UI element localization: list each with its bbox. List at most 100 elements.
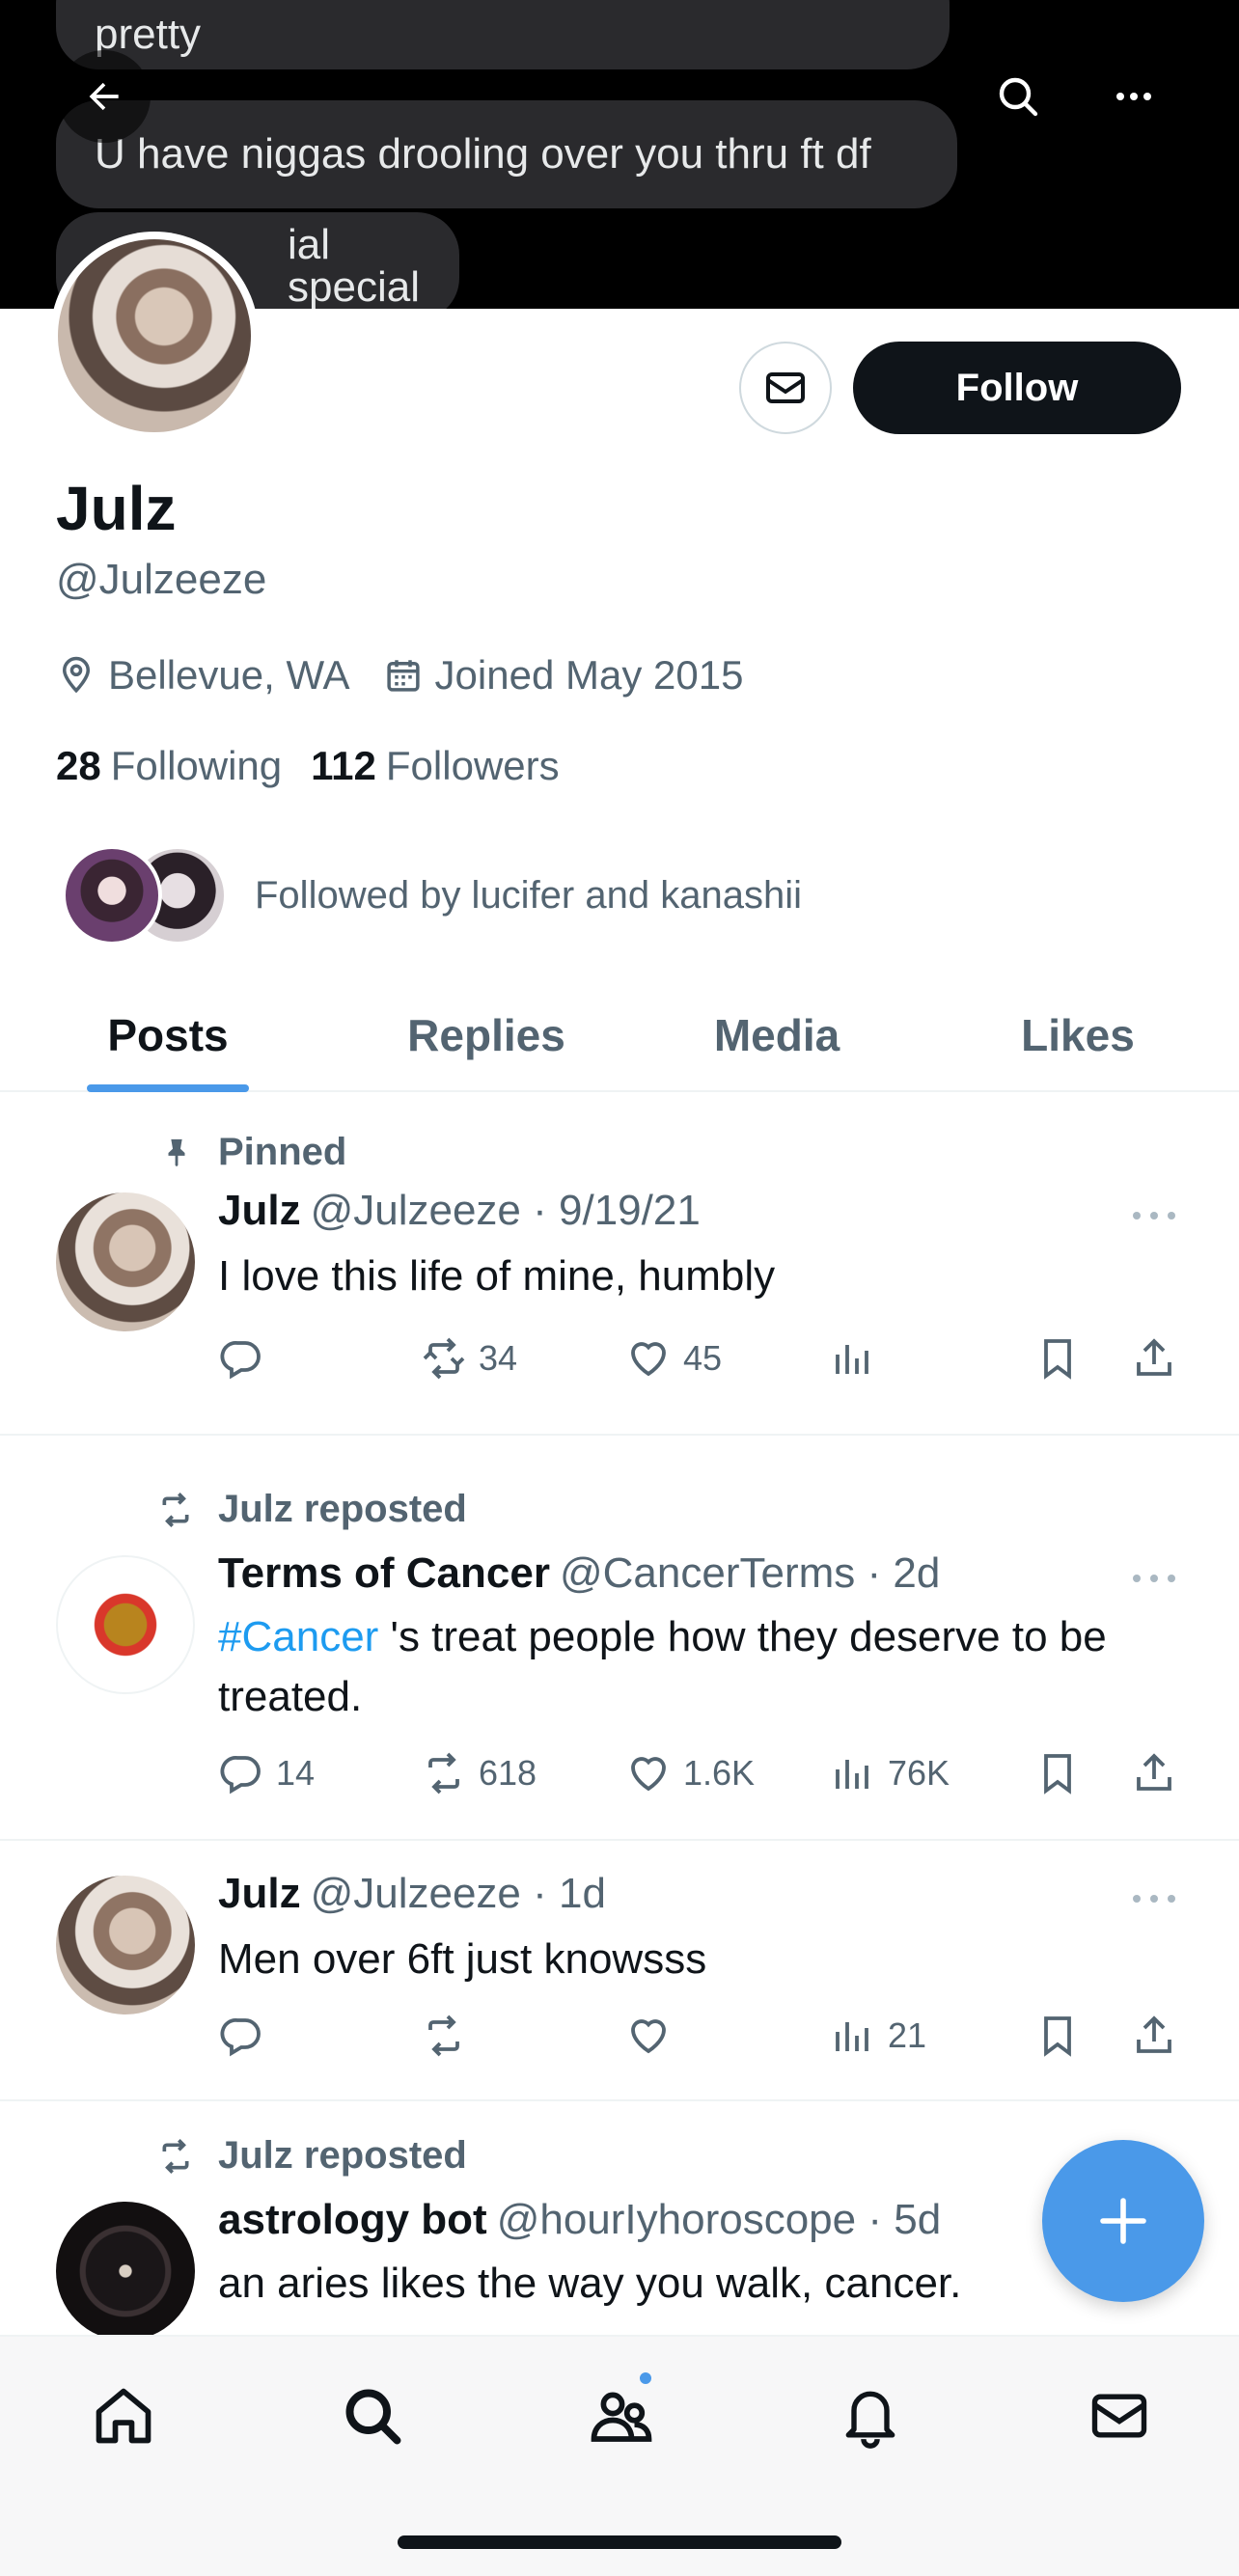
calendar-icon	[386, 660, 420, 692]
views-button[interactable]: 76K	[830, 1746, 950, 1800]
post-text: I love this life of mine, humbly	[218, 1252, 776, 1300]
reply-button[interactable]: 14	[218, 1746, 315, 1800]
nav-notifications[interactable]	[830, 2375, 911, 2456]
reply-button[interactable]	[218, 1331, 276, 1385]
profile-handle: @Julzeeze	[56, 556, 267, 603]
back-button[interactable]	[58, 50, 151, 143]
tab-posts[interactable]: Posts	[0, 980, 336, 1090]
repost-label: Julz reposted	[218, 2134, 467, 2177]
heart-icon	[631, 2019, 666, 2054]
join-date-text: Joined May 2015	[434, 652, 744, 698]
views-count: 21	[888, 2015, 927, 2055]
like-button[interactable]: 1.6K	[625, 1746, 755, 1800]
bookmark-button[interactable]	[1034, 1331, 1092, 1385]
author-name[interactable]: Julz	[218, 1187, 301, 1234]
post-text: Men over 6ft just knowsss	[218, 1935, 707, 1983]
heart-icon	[631, 1342, 666, 1377]
views-button[interactable]	[830, 1331, 888, 1385]
bookmark-icon	[1044, 2016, 1071, 2057]
home-indicator[interactable]	[398, 2535, 841, 2549]
more-icon[interactable]	[1129, 1206, 1179, 1225]
location-pin-icon	[62, 656, 91, 694]
plus-icon	[1100, 2198, 1146, 2244]
repost-button[interactable]: 34	[421, 1331, 517, 1385]
location-text: Bellevue, WA	[108, 652, 350, 698]
envelope-icon	[766, 372, 805, 403]
repost-button[interactable]	[421, 2009, 479, 2063]
tab-replies[interactable]: Replies	[336, 980, 637, 1090]
views-count: 76K	[888, 1753, 950, 1793]
home-icon	[96, 2388, 151, 2444]
author-handle: @hourIyhoroscope · 5d	[496, 2196, 942, 2243]
avatar[interactable]	[56, 2202, 195, 2341]
author-name[interactable]: astrology bot	[218, 2196, 487, 2243]
compose-button[interactable]	[1042, 2140, 1204, 2302]
followers-link[interactable]: 112 Followers	[311, 743, 559, 789]
repost-icon	[162, 2138, 189, 2174]
author-name[interactable]: Terms of Cancer	[218, 1549, 550, 1597]
reply-count: 14	[276, 1753, 316, 1793]
repost-count: 34	[479, 1338, 518, 1378]
reply-icon	[220, 2018, 261, 2057]
bookmark-button[interactable]	[1034, 2009, 1092, 2063]
post-header: Julz @Julzeeze · 1d	[218, 1870, 606, 1918]
nav-search[interactable]	[332, 2375, 413, 2456]
search-button[interactable]	[972, 50, 1064, 143]
reply-button[interactable]	[218, 2009, 276, 2063]
post[interactable]: Julz reposted Terms of Cancer @CancerTerm…	[0, 1438, 1239, 1841]
share-button[interactable]	[1131, 1746, 1189, 1800]
author-handle: @Julzeeze · 9/19/21	[310, 1187, 701, 1234]
repost-icon	[428, 1752, 459, 1795]
notification-dot	[637, 2370, 654, 2387]
more-icon[interactable]	[1129, 1569, 1179, 1588]
tab-media[interactable]: Media	[637, 980, 917, 1090]
followed-by[interactable]: Followed by lucifer and kanashii	[62, 845, 802, 945]
profile-avatar[interactable]	[50, 232, 259, 440]
share-button[interactable]	[1131, 1331, 1189, 1385]
like-button[interactable]: 45	[625, 1331, 722, 1385]
like-button[interactable]	[625, 2009, 683, 2063]
reply-icon	[220, 1341, 261, 1380]
avatar[interactable]	[56, 1876, 195, 2014]
location: Bellevue, WA	[56, 652, 350, 699]
avatar[interactable]	[56, 1555, 195, 1694]
author-handle: @Julzeeze · 1d	[310, 1870, 606, 1917]
post[interactable]: Pinned Julz @Julzeeze · 9/19/21 I love th…	[0, 1092, 1239, 1436]
more-options-button[interactable]	[1088, 50, 1180, 143]
post-text: #Cancer 's treat people how they deserve…	[218, 1607, 1164, 1727]
post-context: Julz reposted	[154, 2134, 467, 2178]
post-actions: 14 618 1.6K 76K	[218, 1746, 1183, 1800]
more-icon[interactable]	[1129, 1889, 1179, 1908]
bell-icon	[845, 2391, 895, 2449]
avatar	[62, 845, 162, 945]
search-icon	[345, 2389, 401, 2445]
bookmark-button[interactable]	[1034, 1746, 1092, 1800]
post[interactable]: Julz @Julzeeze · 1d Men over 6ft just kno…	[0, 1843, 1239, 2101]
profile-meta: Bellevue, WA Joined May 2015	[56, 652, 776, 699]
author-name[interactable]: Julz	[218, 1870, 301, 1917]
arrow-left-icon	[89, 82, 119, 111]
nav-communities[interactable]	[581, 2375, 662, 2456]
communities-icon	[591, 2392, 652, 2442]
banner-bubble: pretty	[56, 0, 950, 69]
avatar[interactable]	[56, 1192, 195, 1331]
post-context: Pinned	[154, 1131, 346, 1174]
following-link[interactable]: 28 Following	[56, 743, 282, 789]
repost-button[interactable]: 618	[421, 1746, 537, 1800]
hashtag-link[interactable]: #Cancer	[218, 1613, 378, 1660]
nav-messages[interactable]	[1079, 2375, 1160, 2456]
post-actions: 21	[218, 2009, 1183, 2063]
like-count: 45	[683, 1338, 723, 1378]
message-button[interactable]	[739, 342, 832, 434]
post-actions: 34 45	[218, 1331, 1183, 1385]
followers-count: 112	[311, 743, 376, 788]
share-button[interactable]	[1131, 2009, 1189, 2063]
follow-button[interactable]: Follow	[853, 342, 1181, 434]
bookmark-icon	[1044, 1754, 1071, 1795]
nav-home[interactable]	[83, 2375, 164, 2456]
repost-icon	[162, 1492, 189, 1527]
repost-icon	[423, 1337, 465, 1380]
tab-likes[interactable]: Likes	[917, 980, 1239, 1090]
post-text: an aries likes the way you walk, cancer.	[218, 2260, 962, 2307]
views-button[interactable]: 21	[830, 2009, 926, 2063]
